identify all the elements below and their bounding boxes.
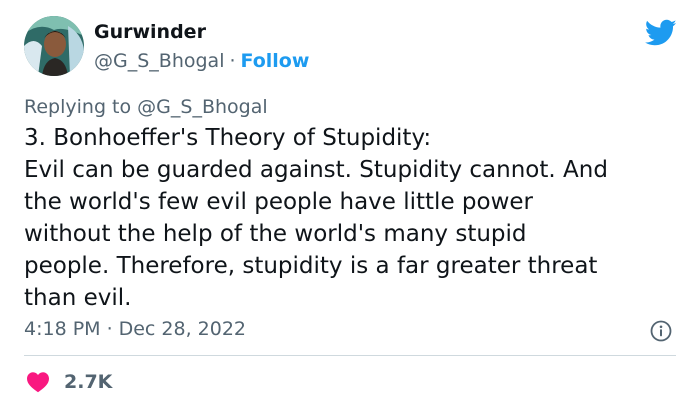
tweet-card: Gurwinder @G_S_Bhogal · Follow Replying to… xyxy=(0,0,700,410)
like-count: 2.7K xyxy=(64,371,113,393)
tweet-date[interactable]: Dec 28, 2022 xyxy=(119,318,246,340)
twitter-bird-icon[interactable] xyxy=(644,19,677,47)
replying-to: Replying to @G_S_Bhogal xyxy=(24,96,268,118)
tweet-line: than evil. xyxy=(24,285,132,311)
separator-dot: · xyxy=(106,318,113,340)
display-name[interactable]: Gurwinder xyxy=(94,21,206,43)
tweet-text: 3. Bonhoeffer's Theory of Stupidity: Evi… xyxy=(24,122,684,314)
replying-handle-link[interactable]: @G_S_Bhogal xyxy=(137,96,267,118)
info-icon[interactable] xyxy=(650,320,672,342)
heart-icon xyxy=(26,371,50,393)
avatar[interactable] xyxy=(24,16,84,76)
divider xyxy=(24,355,676,356)
tweet-line: the world's few evil people have little … xyxy=(24,189,533,215)
tweet-timestamp: 4:18 PM · Dec 28, 2022 xyxy=(24,318,246,340)
author-handle[interactable]: @G_S_Bhogal xyxy=(94,50,224,72)
tweet-line: Evil can be guarded against. Stupidity c… xyxy=(24,157,608,183)
follow-button[interactable]: Follow xyxy=(241,50,310,72)
handle-row: @G_S_Bhogal · Follow xyxy=(94,50,309,72)
tweet-line: people. Therefore, stupidity is a far gr… xyxy=(24,253,598,279)
tweet-time[interactable]: 4:18 PM xyxy=(24,318,101,340)
replying-prefix: Replying to xyxy=(24,96,132,118)
like-button[interactable]: 2.7K xyxy=(24,369,112,395)
tweet-line: 3. Bonhoeffer's Theory of Stupidity: xyxy=(24,125,432,151)
separator-dot: · xyxy=(229,50,236,72)
tweet-line: without the help of the world's many stu… xyxy=(24,221,527,247)
